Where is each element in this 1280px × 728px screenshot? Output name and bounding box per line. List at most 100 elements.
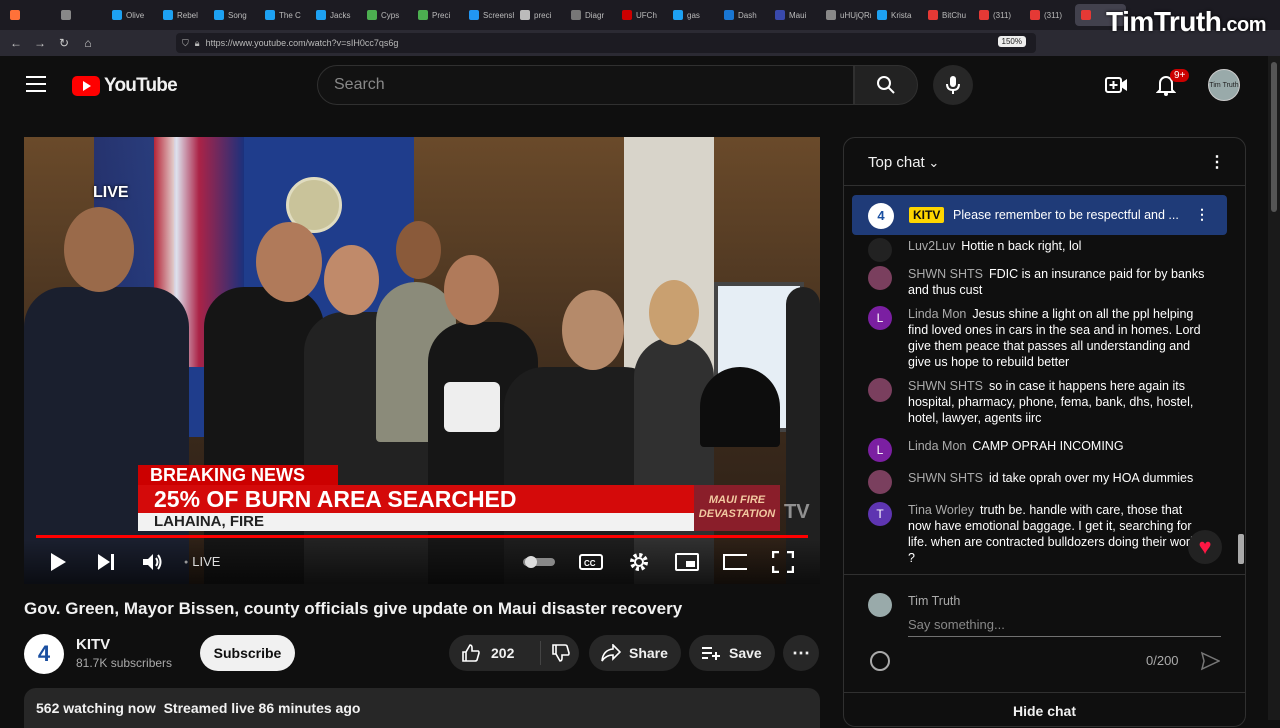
pinned-avatar: 4 [868,203,894,229]
theater-mode-icon[interactable] [723,550,747,574]
search-button[interactable] [854,65,918,105]
chat-author-name[interactable]: SHWN SHTS [908,267,983,281]
settings-gear-icon[interactable] [627,550,651,574]
chat-author-name[interactable]: Linda Mon [908,439,966,453]
share-button[interactable]: Share [589,635,681,671]
channel-name[interactable]: KITV [76,636,110,653]
browser-tab[interactable]: Maui [769,4,820,26]
chat-author-name[interactable]: SHWN SHTS [908,379,983,393]
tab-favicon-icon [214,10,224,20]
browser-tab[interactable]: Jacks [310,4,361,26]
chat-author-avatar: L [868,438,892,462]
page-scrollbar[interactable] [1268,56,1280,720]
browser-tab[interactable]: Screensh [463,4,514,26]
browser-tab[interactable]: gas [667,4,718,26]
tab-title: Krista [891,10,912,20]
chat-author-name[interactable]: Luv2Luv [908,239,955,253]
watching-count: 562 watching now [36,700,156,716]
video-player[interactable]: LIVE BREAKING NEWS 25% OF BURN AREA SEAR… [24,137,820,584]
tab-title: uHUjQRm [840,10,871,20]
tab-title: Olive [126,10,145,20]
browser-tab[interactable] [55,4,106,26]
fullscreen-icon[interactable] [771,550,795,574]
browser-tab[interactable]: Preci [412,4,463,26]
tab-title: Dash [738,10,757,20]
browser-tab[interactable]: Rebel [157,4,208,26]
youtube-play-icon [72,76,100,96]
browser-tab[interactable]: preci [514,4,565,26]
chat-author-name[interactable]: Tina Worley [908,503,974,517]
browser-tab-bar: Olive Rebel Song The C Jacks Cyps Preci Screens… [0,0,1280,30]
streamed-time: Streamed live 86 minutes ago [163,700,361,716]
browser-tab[interactable]: BitChu [922,4,973,26]
youtube-logo[interactable]: YouTube [72,75,178,97]
more-actions-button[interactable]: ⋯ [783,635,819,671]
like-button[interactable]: 202 [449,641,541,665]
account-avatar[interactable]: Tim Truth [1208,69,1240,101]
chat-input-area: Tim Truth Say something... 0/200 [844,574,1245,684]
pinned-text: Please remember to be respectful and ... [953,208,1179,222]
tab-favicon-icon [1030,10,1040,20]
browser-tab[interactable]: (311) [1024,4,1075,26]
browser-tab[interactable]: (311) [973,4,1024,26]
back-icon[interactable]: ← [4,36,28,50]
autoplay-toggle[interactable] [522,550,556,574]
live-indicator[interactable]: LIVE [184,554,220,569]
hide-chat-button[interactable]: Hide chat [844,692,1245,726]
subscribe-button[interactable]: Subscribe [200,635,295,671]
menu-icon[interactable] [26,76,46,92]
save-button[interactable]: Save [689,635,775,671]
channel-avatar[interactable]: 4 [24,634,64,674]
like-count: 202 [491,645,515,661]
pinned-message[interactable]: 4 KITV Please remember to be respectful … [852,195,1227,235]
play-icon[interactable] [46,550,70,574]
chat-message-input[interactable]: Say something... [908,617,1221,637]
send-icon[interactable] [1200,651,1220,671]
subscriber-count: 81.7K subscribers [76,656,173,670]
browser-tab[interactable] [4,4,55,26]
forward-icon[interactable]: → [28,36,52,50]
search-input[interactable]: Search [317,65,854,105]
browser-tab[interactable]: Diagr [565,4,616,26]
chat-options-icon[interactable]: ⋮ [1209,152,1225,172]
browser-tab[interactable]: Olive [106,4,157,26]
pinned-author-tag: KITV [909,207,945,223]
pinned-options-icon[interactable]: ⋮ [1194,206,1210,223]
next-icon[interactable] [94,550,118,574]
browser-tab[interactable]: Cyps [361,4,412,26]
video-person-head [64,207,134,292]
top-chat-dropdown[interactable]: Top chat [868,154,939,171]
chat-scrollbar[interactable] [1237,188,1245,574]
dislike-button[interactable] [541,643,571,663]
browser-tab[interactable]: Krista [871,4,922,26]
tab-title: Screensh [483,10,514,20]
emoji-icon[interactable] [870,651,890,671]
miniplayer-icon[interactable] [675,550,699,574]
tab-favicon-icon [163,10,173,20]
video-progress-bar[interactable] [36,535,808,538]
tab-title: Diagr [585,10,605,20]
browser-tab[interactable]: uHUjQRm [820,4,871,26]
chat-author-name[interactable]: SHWN SHTS [908,471,983,485]
tab-title: BitChu [942,10,967,20]
chat-author-name[interactable]: Linda Mon [908,307,966,321]
video-person-head [324,245,379,315]
browser-tab[interactable]: Song [208,4,259,26]
video-person-head [256,222,322,302]
browser-tab[interactable]: The C [259,4,310,26]
tab-favicon-icon [826,10,836,20]
zoom-level[interactable]: 150% [997,36,1026,47]
volume-icon[interactable] [141,550,165,574]
create-video-icon[interactable] [1104,72,1130,98]
heart-reaction-icon[interactable]: ♥ [1188,530,1222,564]
reload-icon[interactable]: ↻ [52,36,76,50]
description-box[interactable]: 562 watching now Streamed live 86 minute… [24,688,820,728]
browser-tab[interactable]: Dash [718,4,769,26]
browser-tab[interactable]: UFCh [616,4,667,26]
url-field[interactable]: ⛉ 🔒︎ https://www.youtube.com/watch?v=sIH… [176,33,1036,53]
video-person-head [649,280,699,345]
voice-search-button[interactable] [933,65,973,105]
home-icon[interactable]: ⌂ [76,36,100,50]
captions-icon[interactable]: CC [579,550,603,574]
tab-title: Song [228,10,247,20]
